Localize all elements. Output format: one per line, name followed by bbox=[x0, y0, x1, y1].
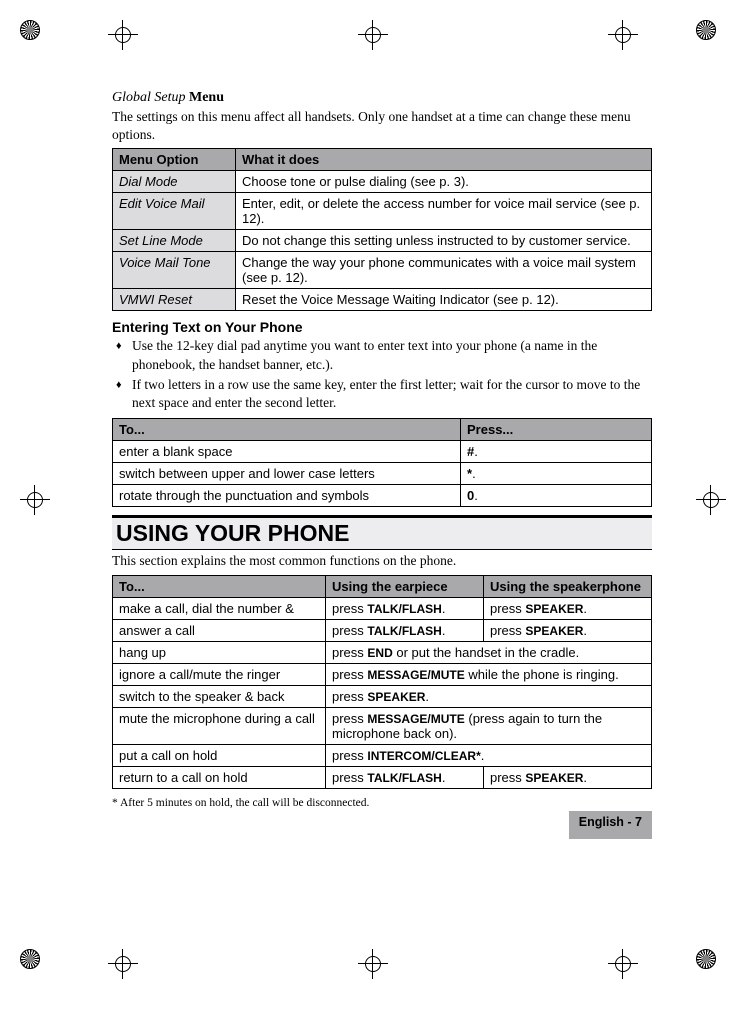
te-press: *. bbox=[461, 463, 652, 485]
up-spk: press SPEAKER. bbox=[484, 597, 652, 619]
gs-opt: Set Line Mode bbox=[113, 230, 236, 252]
gs-desc: Do not change this setting unless instru… bbox=[236, 230, 652, 252]
up-to: return to a call on hold bbox=[113, 766, 326, 788]
gs-desc: Change the way your phone communicates w… bbox=[236, 252, 652, 289]
up-to: ignore a call/mute the ringer bbox=[113, 663, 326, 685]
title-prefix: Global Setup bbox=[112, 90, 189, 105]
using-phone-table: To... Using the earpiece Using the speak… bbox=[112, 575, 652, 789]
up-spk: press SPEAKER. bbox=[484, 619, 652, 641]
crop-mark-top-right-inner bbox=[608, 20, 648, 60]
crop-mark-bottom-right-inner bbox=[608, 949, 648, 989]
up-to: answer a call bbox=[113, 619, 326, 641]
gs-opt: Dial Mode bbox=[113, 171, 236, 193]
up-to: mute the microphone during a call bbox=[113, 707, 326, 744]
up-ear: press TALK/FLASH. bbox=[326, 766, 484, 788]
up-spk: press SPEAKER. bbox=[484, 766, 652, 788]
te-header-press: Press... bbox=[461, 419, 652, 441]
bullet-item: Use the 12-key dial pad anytime you want… bbox=[112, 337, 652, 373]
crop-mark-bottom-left bbox=[20, 949, 60, 989]
up-to: make a call, dial the number & bbox=[113, 597, 326, 619]
up-action: press INTERCOM/CLEAR*. bbox=[326, 744, 652, 766]
gs-opt: VMWI Reset bbox=[113, 289, 236, 311]
global-setup-title: Global Setup Menu bbox=[112, 90, 652, 106]
using-phone-footnote: * After 5 minutes on hold, the call will… bbox=[112, 797, 652, 809]
global-setup-table: Menu Option What it does Dial ModeChoose… bbox=[112, 148, 652, 311]
global-setup-intro: The settings on this menu affect all han… bbox=[112, 108, 652, 144]
up-to: hang up bbox=[113, 641, 326, 663]
up-ear: press TALK/FLASH. bbox=[326, 619, 484, 641]
gs-header-desc: What it does bbox=[236, 149, 652, 171]
crop-mark-mid-right bbox=[696, 485, 736, 525]
crop-mark-bottom-left-inner bbox=[108, 949, 148, 989]
up-header-to: To... bbox=[113, 575, 326, 597]
up-header-speaker: Using the speakerphone bbox=[484, 575, 652, 597]
te-press: #. bbox=[461, 441, 652, 463]
te-to: enter a blank space bbox=[113, 441, 461, 463]
crop-mark-mid-left bbox=[20, 485, 60, 525]
crop-mark-top-left bbox=[20, 20, 60, 60]
gs-header-option: Menu Option bbox=[113, 149, 236, 171]
gs-desc: Reset the Voice Message Waiting Indicato… bbox=[236, 289, 652, 311]
up-header-earpiece: Using the earpiece bbox=[326, 575, 484, 597]
text-entry-heading: Entering Text on Your Phone bbox=[112, 319, 652, 335]
bullet-item: If two letters in a row use the same key… bbox=[112, 376, 652, 412]
using-phone-heading: USING YOUR PHONE bbox=[112, 515, 652, 550]
up-action: press MESSAGE/MUTE while the phone is ri… bbox=[326, 663, 652, 685]
te-press: 0. bbox=[461, 485, 652, 507]
gs-desc: Choose tone or pulse dialing (see p. 3). bbox=[236, 171, 652, 193]
crop-mark-top-left-inner bbox=[108, 20, 148, 60]
crop-mark-top-right bbox=[696, 20, 736, 60]
up-action: press END or put the handset in the crad… bbox=[326, 641, 652, 663]
up-to: switch to the speaker & back bbox=[113, 685, 326, 707]
crop-mark-top-center bbox=[358, 20, 398, 60]
text-entry-table: To... Press... enter a blank space#. swi… bbox=[112, 418, 652, 507]
title-bold: Menu bbox=[189, 90, 224, 105]
up-action: press SPEAKER. bbox=[326, 685, 652, 707]
up-to: put a call on hold bbox=[113, 744, 326, 766]
te-header-to: To... bbox=[113, 419, 461, 441]
gs-opt: Edit Voice Mail bbox=[113, 193, 236, 230]
gs-desc: Enter, edit, or delete the access number… bbox=[236, 193, 652, 230]
using-phone-intro: This section explains the most common fu… bbox=[112, 552, 652, 570]
up-action: press MESSAGE/MUTE (press again to turn … bbox=[326, 707, 652, 744]
up-ear: press TALK/FLASH. bbox=[326, 597, 484, 619]
te-to: switch between upper and lower case lett… bbox=[113, 463, 461, 485]
crop-mark-bottom-right bbox=[696, 949, 736, 989]
te-to: rotate through the punctuation and symbo… bbox=[113, 485, 461, 507]
gs-opt: Voice Mail Tone bbox=[113, 252, 236, 289]
text-entry-bullets: Use the 12-key dial pad anytime you want… bbox=[112, 337, 652, 412]
crop-mark-bottom-center bbox=[358, 949, 398, 989]
page-footer: English - 7 bbox=[569, 811, 652, 839]
